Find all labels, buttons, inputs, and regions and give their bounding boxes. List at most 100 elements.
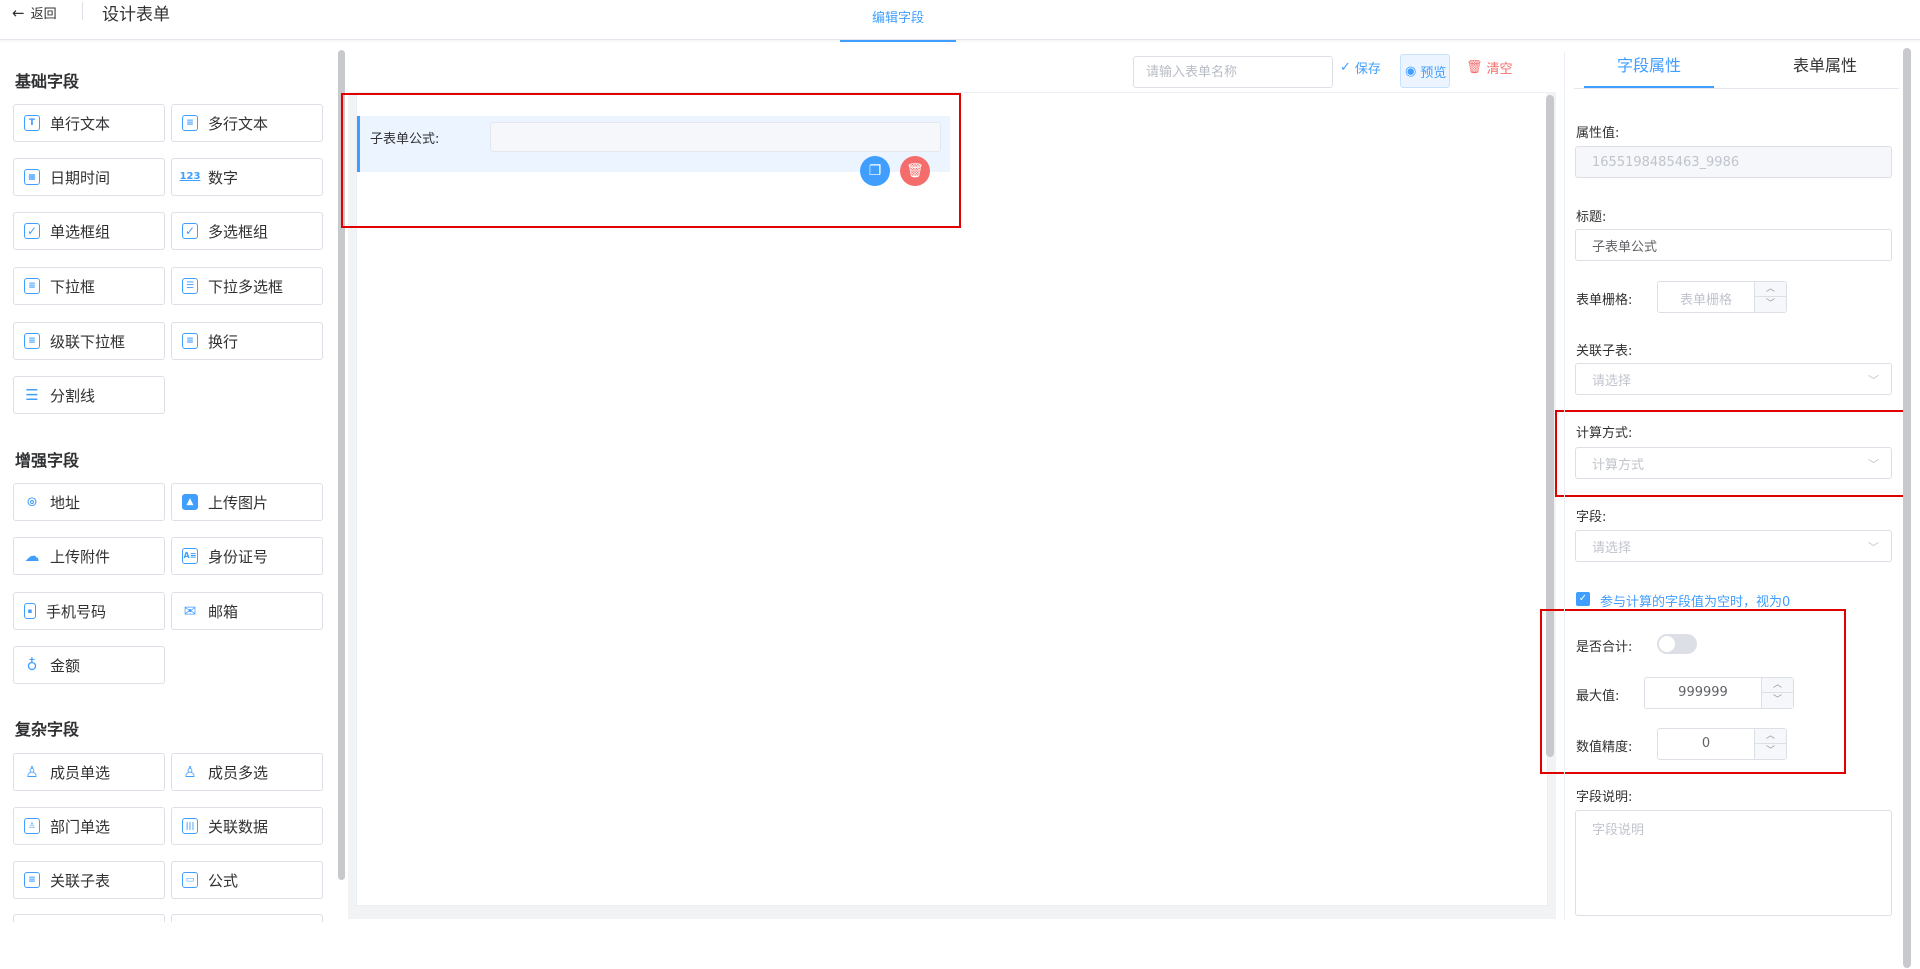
check-icon: ✓ [1340,60,1351,75]
precision-input[interactable]: 0 ︿ ﹀ [1657,728,1787,760]
save-button[interactable]: ✓ 保存 [1340,58,1381,77]
palette-item-partial[interactable] [171,914,323,922]
palette-item-department-single[interactable]: ♙ 部门单选 [13,807,165,845]
clear-label: 清空 [1486,62,1513,77]
palette-item-related-data[interactable]: ||| 关联数据 [171,807,323,845]
palette-item-multi-line-text[interactable]: ≡ 多行文本 [171,104,323,142]
palette-item-address[interactable]: ⌾ 地址 [13,483,165,521]
multi-select-icon: ☰ [182,278,198,294]
palette-item-number[interactable]: 123 数字 [171,158,323,196]
subtable-select[interactable]: 请选择 ﹀ [1575,363,1892,395]
description-textarea[interactable]: 字段说明 [1575,810,1892,916]
palette-item-formula[interactable]: ▭ 公式 [171,861,323,899]
palette-item-mobile[interactable]: ▪ 手机号码 [13,592,165,630]
palette-item-amount[interactable]: ♁ 金额 [13,646,165,684]
description-label: 字段说明: [1576,790,1633,805]
empty-as-zero-label[interactable]: 参与计算的字段值为空时，视为0 [1600,591,1790,610]
palette-item-single-line-text[interactable]: T 单行文本 [13,104,165,142]
header-divider [82,2,83,20]
arrow-left-icon: ← [12,3,25,22]
max-value-input[interactable]: 999999 ︿ ﹀ [1644,677,1794,709]
back-button[interactable]: ← 返回 [12,3,57,23]
image-icon: ▲ [182,494,198,510]
palette-item-email[interactable]: ✉ 邮箱 [171,592,323,630]
tab-form-properties[interactable]: 表单属性 [1760,52,1890,88]
palette-item-member-multi[interactable]: ♙ 成员多选 [171,753,323,791]
grid-number-input[interactable]: 表单栅格 ︿ ﹀ [1657,281,1787,313]
attr-value-input: 1655198485463_9986 [1575,146,1892,178]
palette-item-cascader[interactable]: ≡ 级联下拉框 [13,322,165,360]
palette-item-partial[interactable] [13,914,165,922]
palette-item-label: 部门单选 [50,817,111,836]
chevron-down-icon: ﹀ [1868,374,1879,387]
chevron-up-icon[interactable]: ︿ [1755,282,1786,297]
palette-item-label: 分割线 [50,386,96,405]
palette-item-id-card[interactable]: A≡ 身份证号 [171,537,323,575]
select-icon: ≡ [24,278,40,294]
precision-label: 数值精度: [1576,740,1633,755]
palette-item-label: 关联子表 [50,871,111,890]
palette-item-datetime[interactable]: ▦ 日期时间 [13,158,165,196]
back-label: 返回 [30,7,57,22]
chevron-up-icon[interactable]: ︿ [1762,678,1793,693]
calendar-icon: ▦ [24,169,40,185]
sum-label: 是否合计: [1576,640,1633,655]
chevron-down-icon[interactable]: ﹀ [1762,693,1793,708]
calc-method-select[interactable]: 计算方式 ﹀ [1575,447,1892,479]
user-icon: ♙ [25,762,39,781]
palette-item-label: 单选框组 [50,222,111,241]
empty-as-zero-checkbox[interactable]: ✓ [1576,592,1590,606]
form-canvas[interactable] [356,92,1548,906]
palette-item-radio-group[interactable]: ✓ 单选框组 [13,212,165,250]
palette-item-label: 手机号码 [46,602,107,621]
clear-button[interactable]: 🗑 清空 [1466,58,1513,77]
max-value-stepper[interactable]: ︿ ﹀ [1761,678,1793,708]
subtable-placeholder: 请选择 [1592,373,1632,389]
title-value: 子表单公式 [1592,239,1658,255]
checkbox-icon: ✓ [182,223,198,239]
sum-toggle[interactable] [1657,634,1697,654]
palette-item-label: 成员单选 [50,763,111,782]
chevron-down-icon[interactable]: ﹀ [1755,297,1786,312]
subtable-icon: ≡ [24,872,40,888]
toggle-knob [1659,636,1675,652]
calc-method-label: 计算方式: [1576,426,1633,441]
grid-label: 表单栅格: [1576,293,1633,308]
trash-icon: 🗑 [1466,60,1483,75]
title-input[interactable]: 子表单公式 [1575,229,1892,261]
palette-item-label: 下拉框 [50,277,96,296]
palette-item-line-break[interactable]: ≡ 换行 [171,322,323,360]
palette-item-label: 金额 [50,656,81,675]
chevron-down-icon[interactable]: ﹀ [1755,744,1786,759]
related-data-icon: ||| [182,818,198,834]
palette-scrollbar[interactable] [338,50,345,880]
palette-item-upload-image[interactable]: ▲ 上传图片 [171,483,323,521]
tab-field-properties[interactable]: 字段属性 [1584,52,1714,88]
palette-item-label: 单行文本 [50,114,111,133]
canvas-scrollbar[interactable] [1546,95,1554,757]
grid-stepper[interactable]: ︿ ﹀ [1754,282,1786,312]
eye-icon: ◉ [1405,63,1417,79]
palette-item-select[interactable]: ≡ 下拉框 [13,267,165,305]
copy-field-button[interactable]: ❐ [860,156,890,186]
mail-icon: ✉ [183,601,197,620]
users-icon: ♙ [183,762,197,781]
field-select[interactable]: 请选择 ﹀ [1575,530,1892,562]
palette-item-multi-select[interactable]: ☰ 下拉多选框 [171,267,323,305]
palette-item-upload-attachment[interactable]: ☁ 上传附件 [13,537,165,575]
delete-field-button[interactable]: 🗑 [900,156,930,186]
palette-item-related-subtable[interactable]: ≡ 关联子表 [13,861,165,899]
preview-button[interactable]: ◉ 预览 [1400,54,1450,88]
group-title-basic: 基础字段 [15,72,80,91]
palette-item-divider[interactable]: ☰ 分割线 [13,376,165,414]
palette-item-checkbox-group[interactable]: ✓ 多选框组 [171,212,323,250]
palette-item-member-single[interactable]: ♙ 成员单选 [13,753,165,791]
palette-item-label: 多行文本 [208,114,269,133]
tab-edit-fields[interactable]: 编辑字段 [840,0,956,42]
page-scrollbar[interactable] [1903,48,1911,968]
precision-stepper[interactable]: ︿ ﹀ [1754,729,1786,759]
form-name-input[interactable] [1133,56,1333,88]
canvas-field-input[interactable] [490,122,941,152]
save-label: 保存 [1354,62,1381,77]
chevron-up-icon[interactable]: ︿ [1755,729,1786,744]
